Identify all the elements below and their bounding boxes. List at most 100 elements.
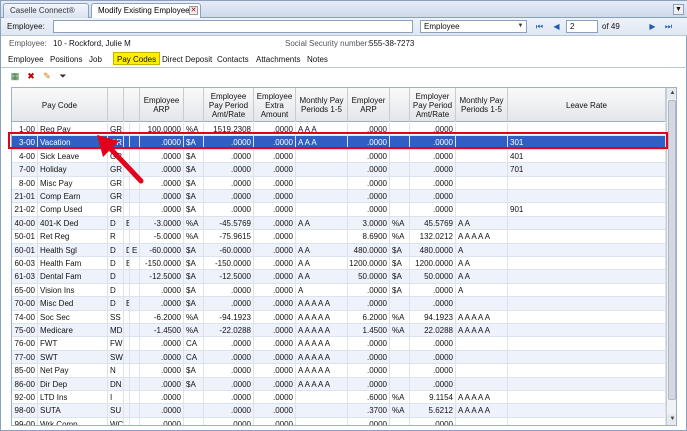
table-row[interactable]: 21-02 Comp Used GR .0000 $A .0000.0000.0000.0… (12, 203, 666, 217)
cell-eppar[interactable]: .0000 (204, 364, 254, 378)
cell-f2[interactable]: E (130, 243, 140, 257)
cell-eu[interactable]: $A (184, 297, 204, 311)
cell-f2[interactable] (130, 337, 140, 351)
cell-eru[interactable]: $A (390, 270, 410, 284)
cell-erarp[interactable]: .0000 (348, 377, 390, 391)
cell-erppar[interactable]: 9.1154 (410, 391, 456, 404)
table-row[interactable]: 85-00 Net Pay N .0000 $A .0000.0000 A A A A A.… (12, 364, 666, 378)
table-row[interactable]: 60-01Health SglDDE-60.0000$A-60.0000.000… (12, 243, 666, 257)
cell-code[interactable]: 98-00 (12, 404, 38, 418)
table-row[interactable]: 65-00 Vision Ins D .0000 $A .0000.0000 A .0000 $… (12, 283, 666, 298)
cell-code[interactable]: 60-03 (12, 257, 38, 270)
cell-eru[interactable] (390, 176, 410, 190)
cell-eu[interactable]: $A (184, 203, 204, 217)
cell-eu[interactable]: CA (184, 337, 204, 351)
tab-contacts[interactable]: Contacts (214, 53, 252, 66)
cell-m1[interactable]: A A A (296, 136, 348, 150)
cell-earp[interactable]: -6.2000 (140, 310, 184, 324)
cell-m1[interactable] (296, 203, 348, 217)
cell-name[interactable]: Vacation (38, 136, 108, 150)
cell-m2[interactable]: A A A A A (456, 310, 508, 324)
cell-erppar[interactable]: .0000 (410, 364, 456, 378)
cell-m2[interactable] (456, 163, 508, 177)
cell-eppar[interactable]: .0000 (204, 297, 254, 311)
cell-eru[interactable] (390, 190, 410, 203)
cell-name[interactable]: Dir Dep (38, 377, 108, 391)
cell-type[interactable]: MD (108, 324, 124, 337)
tab-caselle-connect[interactable]: Caselle Connect® (3, 3, 89, 18)
cell-erppar[interactable]: .0000 (410, 283, 456, 297)
cell-type[interactable]: FW (108, 337, 124, 351)
cell-leave[interactable] (508, 417, 666, 425)
cell-extra[interactable]: .0000 (254, 243, 296, 257)
table-row[interactable]: 76-00 FWT FW .0000 CA .0000.0000 A A A A A .000… (12, 337, 666, 351)
cell-earp[interactable]: .0000 (140, 136, 184, 150)
cell-code[interactable]: 74-00 (12, 310, 38, 324)
cell-type[interactable]: D (108, 270, 124, 284)
cell-leave[interactable] (508, 257, 666, 270)
tab-employee[interactable]: Employee (5, 53, 47, 66)
table-row[interactable]: 61-03 Dental Fam D -12.5000 $A -12.5000.0000 A… (12, 270, 666, 284)
table-row[interactable]: 1-00 Reg Pay GR 100.0000 %A 1519.2308.0000 A A… (12, 123, 666, 137)
cell-name[interactable]: Health Sgl (38, 243, 108, 257)
cell-code[interactable]: 1-00 (12, 123, 38, 136)
cell-type[interactable]: D (108, 297, 124, 311)
cell-eu[interactable]: CA (184, 350, 204, 364)
cell-eppar[interactable]: -45.5769 (204, 216, 254, 230)
cell-m2[interactable] (456, 176, 508, 190)
cell-type[interactable]: D (108, 283, 124, 297)
cell-extra[interactable]: .0000 (254, 203, 296, 217)
cell-eru[interactable] (390, 337, 410, 351)
cell-m2[interactable] (456, 377, 508, 391)
grid-icon[interactable]: ▦ (9, 70, 21, 82)
cell-name[interactable]: Health Fam (38, 257, 108, 270)
cell-type[interactable]: GR (108, 136, 124, 150)
cell-f2[interactable] (130, 391, 140, 404)
cell-leave[interactable] (508, 350, 666, 364)
vertical-scrollbar[interactable]: ▲ ▼ (666, 88, 676, 425)
cell-eru[interactable] (390, 377, 410, 391)
cell-leave[interactable] (508, 243, 666, 257)
cell-erppar[interactable]: .0000 (410, 176, 456, 190)
cell-erarp[interactable]: .0000 (348, 136, 390, 150)
cell-type[interactable]: GR (108, 176, 124, 190)
cell-earp[interactable]: .0000 (140, 377, 184, 391)
cell-eppar[interactable]: .0000 (204, 377, 254, 391)
cell-extra[interactable]: .0000 (254, 136, 296, 150)
tab-notes[interactable]: Notes (304, 53, 331, 66)
cell-m1[interactable]: A A A A A (296, 337, 348, 351)
cell-eu[interactable]: $A (184, 283, 204, 297)
cell-m1[interactable]: A A A A A (296, 324, 348, 337)
cell-leave[interactable] (508, 123, 666, 136)
cell-eppar[interactable]: -12.5000 (204, 270, 254, 284)
cell-earp[interactable]: -150.0000 (140, 257, 184, 270)
cell-extra[interactable]: .0000 (254, 283, 296, 297)
cell-erarp[interactable]: 1200.0000 (348, 257, 390, 270)
cell-eru[interactable]: %A (390, 391, 410, 404)
cell-earp[interactable]: -3.0000 (140, 216, 184, 230)
cell-eppar[interactable]: -150.0000 (204, 257, 254, 270)
cell-f2[interactable] (130, 149, 140, 163)
cell-type[interactable]: SW (108, 350, 124, 364)
cell-eppar[interactable]: -75.9615 (204, 230, 254, 244)
cell-extra[interactable]: .0000 (254, 176, 296, 190)
cell-erarp[interactable]: .0000 (348, 163, 390, 177)
cell-erarp[interactable]: .0000 (348, 190, 390, 203)
cell-m1[interactable] (296, 190, 348, 203)
cell-f2[interactable] (130, 203, 140, 217)
cell-earp[interactable]: .0000 (140, 283, 184, 297)
cell-code[interactable]: 92-00 (12, 391, 38, 404)
header-employee-extra[interactable]: Employee Extra Amount (254, 88, 296, 122)
cell-eru[interactable]: $A (390, 283, 410, 297)
cell-erarp[interactable]: .0000 (348, 203, 390, 217)
cell-type[interactable]: GR (108, 190, 124, 203)
cell-m2[interactable]: A A A A A (456, 404, 508, 418)
cell-f2[interactable] (130, 257, 140, 270)
cell-leave[interactable] (508, 190, 666, 203)
cell-m1[interactable] (296, 176, 348, 190)
cell-extra[interactable]: .0000 (254, 163, 296, 177)
cell-erarp[interactable]: .0000 (348, 123, 390, 136)
cell-m2[interactable] (456, 136, 508, 150)
cell-erppar[interactable]: .0000 (410, 163, 456, 177)
cell-f2[interactable] (130, 404, 140, 418)
